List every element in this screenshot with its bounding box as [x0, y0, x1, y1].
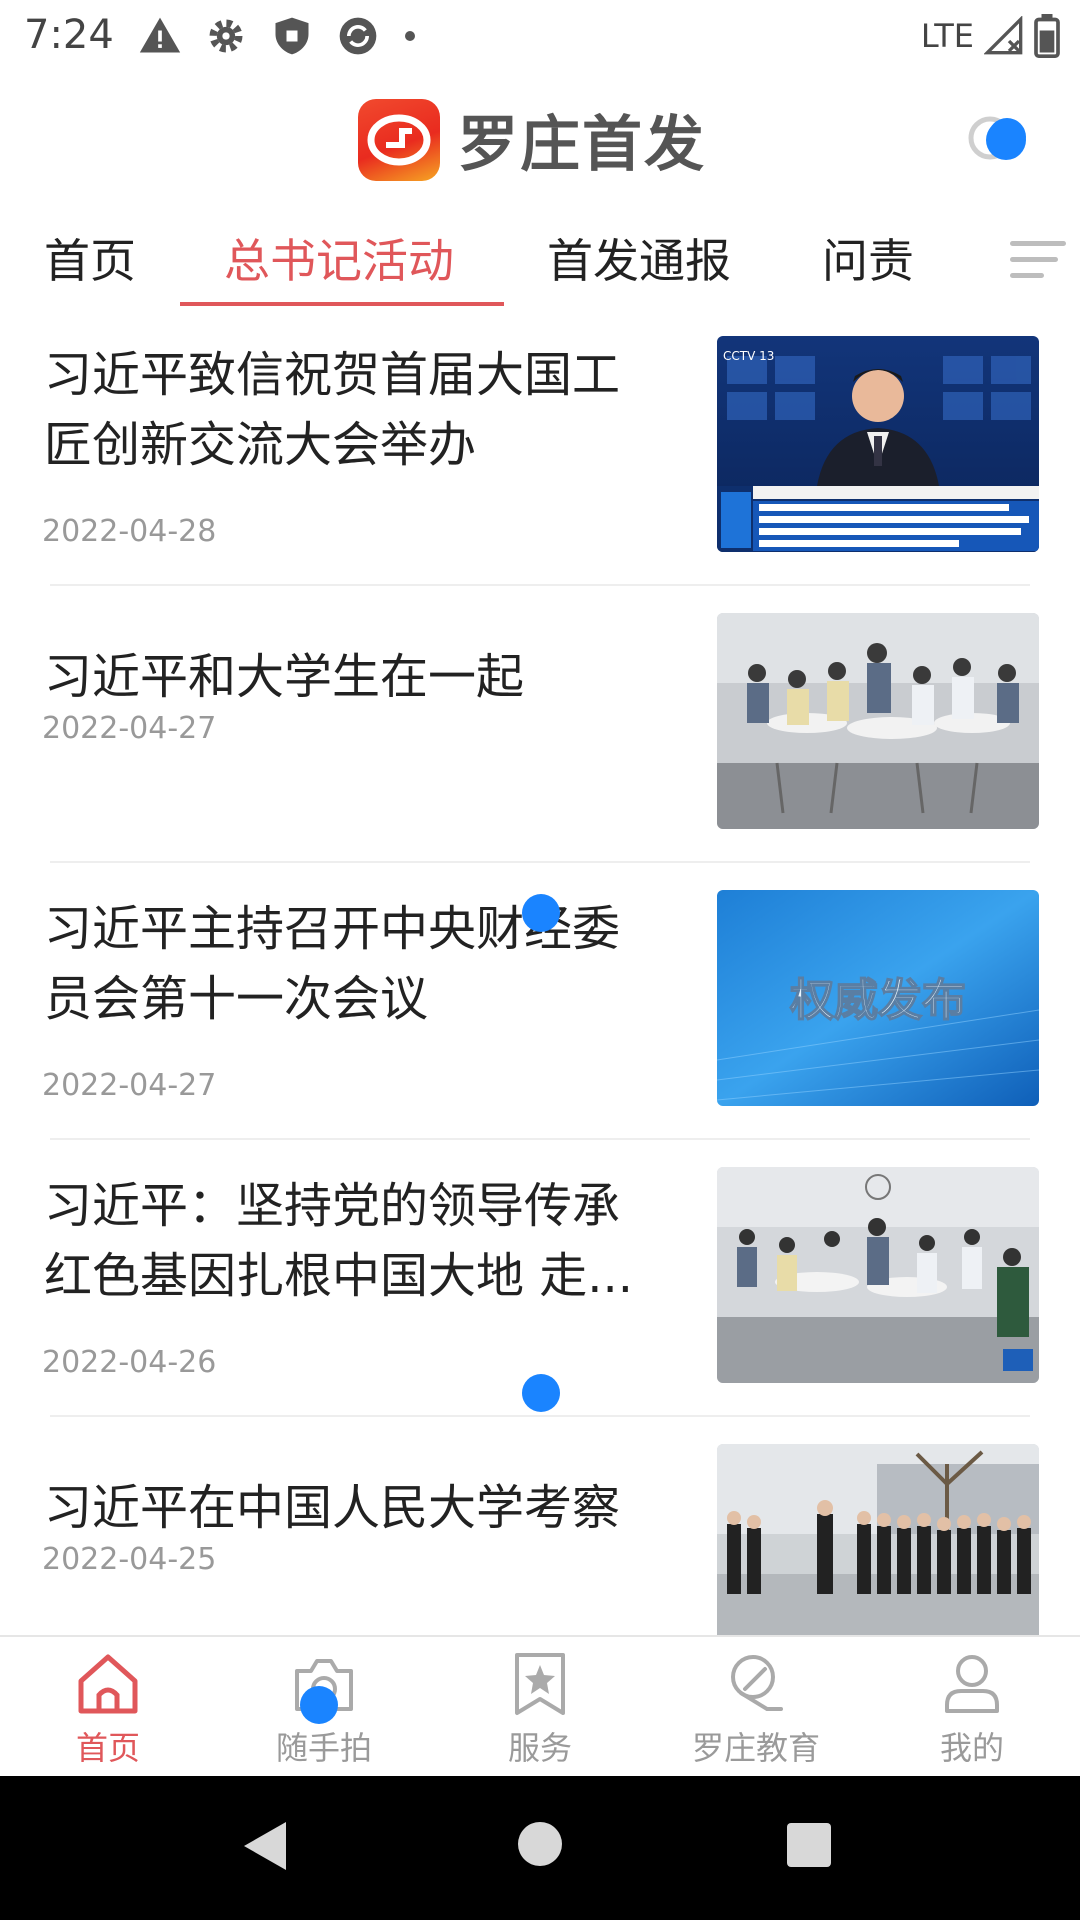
news-date: 2022-04-26 [42, 1345, 217, 1380]
shield-icon [275, 17, 309, 55]
thumbnail-caption: 权威发布 [789, 975, 966, 1026]
nav-label: 服务 [507, 1729, 572, 1767]
news-date: 2022-04-27 [42, 711, 217, 746]
app-screen: 7:24 LTE 罗庄首发 首页 总书记活动 首发通报 问责 习近平致信祝贺首届… [0, 0, 1080, 1920]
bottom-nav: 首页 随手拍 服务 罗庄教育 我的 [0, 1635, 1080, 1776]
news-item[interactable]: 习近平致信祝贺首届大国工匠创新交流大会举办 2022-04-28 CCTV 13 [0, 310, 1080, 587]
recents-icon[interactable] [786, 1822, 832, 1868]
home-icon [78, 1654, 138, 1714]
nav-home[interactable]: 首页 [8, 1649, 208, 1769]
tab-accountability[interactable]: 问责 [822, 225, 914, 291]
app-header: 罗庄首发 [0, 72, 1080, 202]
touch-indicator [522, 1374, 560, 1412]
news-date: 2022-04-27 [42, 1068, 217, 1103]
news-date: 2022-04-28 [42, 514, 217, 549]
touch-indicator [988, 118, 1026, 156]
news-thumbnail[interactable] [717, 613, 1039, 829]
nav-education[interactable]: 罗庄教育 [656, 1649, 856, 1769]
sync-icon [339, 17, 377, 55]
news-thumbnail[interactable]: 权威发布 [717, 890, 1039, 1106]
nav-label: 罗庄教育 [691, 1729, 820, 1767]
touch-indicator [522, 894, 560, 932]
warning-icon [139, 17, 181, 53]
news-title: 习近平：坚持党的领导传承红色基因扎根中国大地 走... [44, 1178, 634, 1304]
battery-icon [1034, 14, 1060, 58]
list-divider [50, 861, 1030, 863]
list-divider [50, 1138, 1030, 1140]
news-title: 习近平主持召开中央财经委员会第十一次会议 [44, 901, 621, 1027]
list-divider [50, 584, 1030, 586]
news-thumbnail[interactable] [717, 1167, 1039, 1383]
news-thumbnail[interactable]: CCTV 13 [717, 336, 1039, 552]
news-item[interactable]: 习近平和大学生在一起 2022-04-27 [0, 587, 1080, 864]
nav-services[interactable]: 服务 [440, 1649, 640, 1769]
status-bar: 7:24 LTE [0, 0, 1080, 72]
nav-label: 首页 [75, 1729, 140, 1767]
menu-icon[interactable] [1008, 235, 1068, 283]
system-status-icons: LTE [921, 14, 1060, 58]
app-name: 罗庄首发 [458, 110, 706, 180]
news-item[interactable]: 习近平在中国人民大学考察 2022-04-25 [0, 1418, 1080, 1635]
tab-home[interactable]: 首页 [44, 225, 136, 291]
tab-first-report[interactable]: 首发通报 [547, 225, 731, 291]
system-nav-bar [0, 1776, 1080, 1920]
network-type: LTE [920, 17, 974, 55]
dot-icon [405, 31, 415, 41]
profile-icon [945, 1655, 999, 1713]
app-logo: 罗庄首发 [358, 96, 706, 183]
nav-label: 随手拍 [275, 1729, 372, 1767]
touch-indicator [300, 1686, 338, 1724]
home-circle-icon[interactable] [516, 1820, 564, 1868]
tab-secretary-activities[interactable]: 总书记活动 [224, 225, 454, 291]
back-icon[interactable] [240, 1818, 290, 1874]
notification-icons [138, 14, 418, 58]
news-thumbnail[interactable] [717, 1444, 1039, 1635]
active-tab-indicator [180, 302, 504, 306]
status-time: 7:24 [24, 12, 114, 58]
nav-profile[interactable]: 我的 [872, 1649, 1072, 1769]
svg-text:CCTV 13: CCTV 13 [723, 349, 774, 363]
education-icon [731, 1655, 783, 1711]
bookmark-star-icon [515, 1653, 565, 1715]
logo-mark-icon [358, 98, 440, 181]
news-list: 习近平致信祝贺首届大国工匠创新交流大会举办 2022-04-28 CCTV 13… [0, 310, 1080, 1635]
signal-icon [984, 16, 1023, 55]
gear-icon [209, 19, 243, 53]
list-divider [50, 1415, 1030, 1417]
news-date: 2022-04-25 [42, 1542, 217, 1577]
category-tabs: 首页 总书记活动 首发通报 问责 [0, 205, 1080, 310]
news-title: 习近平致信祝贺首届大国工匠创新交流大会举办 [44, 347, 621, 473]
nav-label: 我的 [939, 1729, 1004, 1767]
